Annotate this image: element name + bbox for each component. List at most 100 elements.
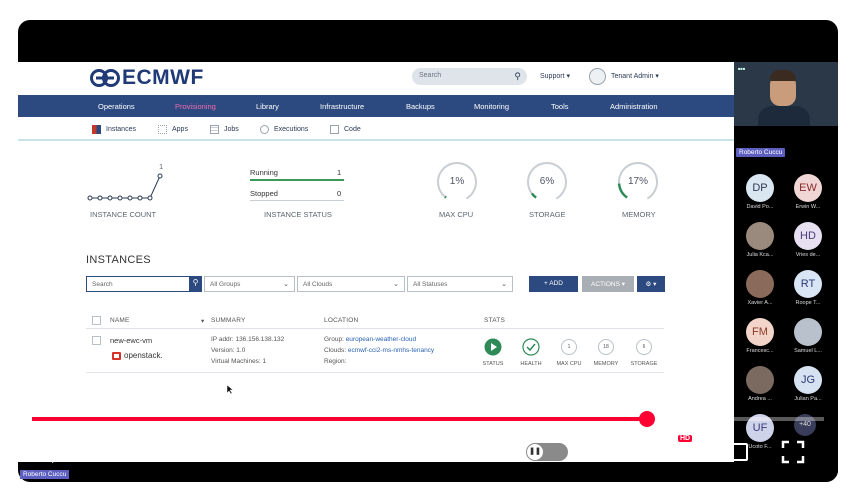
nav-provisioning[interactable]: Provisioning xyxy=(175,102,216,111)
subnav-instances-label: Instances xyxy=(106,126,136,133)
subnav-jobs[interactable]: Jobs xyxy=(210,125,239,134)
add-instance-button[interactable]: + ADD xyxy=(529,276,578,292)
filter-groups-value: All Groups xyxy=(210,281,241,288)
select-all-checkbox[interactable] xyxy=(92,316,101,325)
bottom-name-tag: Roberto Cuccu xyxy=(20,470,70,479)
memory-gauge-value: 17% xyxy=(627,176,648,187)
clouds-link[interactable]: ecmwf-cci2-ms-nmhs-tenancy xyxy=(348,347,434,354)
nav-monitoring[interactable]: Monitoring xyxy=(474,102,509,111)
shared-screen: ECMWF Search ⚲ Support ▾ Tenant Admin ▾ … xyxy=(18,62,734,462)
progress-bar[interactable] xyxy=(32,411,824,427)
subnav-executions[interactable]: Executions xyxy=(260,125,308,134)
openstack-logo: openstack. xyxy=(112,351,163,360)
col-name[interactable]: NAME xyxy=(110,317,130,324)
participant-avatar[interactable]: JG xyxy=(794,366,822,394)
instances-search-placeholder: Search xyxy=(92,281,113,288)
clouds-label: Clouds: xyxy=(324,347,347,354)
instance-vms: Virtual Machines: 1 xyxy=(211,358,267,365)
participant-avatar[interactable]: HD xyxy=(794,222,822,250)
participant-name: Erwin W... xyxy=(795,204,821,210)
col-summary-sort-icon[interactable]: ▾ xyxy=(201,317,204,325)
storage-gauge-value: 6% xyxy=(539,176,555,187)
volume-icon[interactable] xyxy=(166,441,192,463)
group-link[interactable]: european-weather-cloud xyxy=(346,336,416,343)
filter-groups[interactable]: All Groups ⌄ xyxy=(204,276,295,292)
status-running-icon xyxy=(484,338,502,356)
subnav-executions-label: Executions xyxy=(274,126,309,133)
fullscreen-icon[interactable] xyxy=(781,440,805,464)
participant-avatar[interactable] xyxy=(746,222,774,250)
memory-gauge-label: MEMORY xyxy=(622,210,656,219)
global-search-placeholder: Search xyxy=(419,72,442,79)
row-checkbox[interactable] xyxy=(92,336,101,345)
nav-operations[interactable]: Operations xyxy=(98,102,135,111)
play-icon[interactable] xyxy=(50,440,72,464)
stat-storage-label: STORAGE xyxy=(630,361,658,367)
executions-icon xyxy=(260,125,269,134)
participant-avatar[interactable]: RT xyxy=(794,270,822,298)
autoplay-toggle[interactable]: ❚❚ xyxy=(526,443,568,461)
settings-button[interactable]: ⚙ ▾ xyxy=(637,276,665,292)
video-player[interactable]: ECMWF Search ⚲ Support ▾ Tenant Admin ▾ … xyxy=(18,20,838,482)
instance-version: Version: 1.0 xyxy=(211,347,246,354)
nav-infrastructure[interactable]: Infrastructure xyxy=(320,102,364,111)
stat-cpu-label: MAX CPU xyxy=(556,361,582,367)
chevron-down-icon: ⌄ xyxy=(501,281,507,288)
participant-avatar[interactable] xyxy=(746,270,774,298)
search-icon[interactable]: ⚲ xyxy=(514,71,521,82)
nav-backups[interactable]: Backups xyxy=(406,102,435,111)
participant-name: Vries de... xyxy=(795,252,821,258)
logo-text: ECMWF xyxy=(122,66,204,89)
actions-button[interactable]: ACTIONS ▾ xyxy=(582,276,634,292)
col-location[interactable]: LOCATION xyxy=(324,317,358,324)
subnav-apps-label: Apps xyxy=(172,126,188,133)
instance-count-sparkline xyxy=(87,173,163,201)
participant-avatar[interactable]: DP xyxy=(746,174,774,202)
subnav-instances[interactable]: Instances xyxy=(92,125,136,134)
user-avatar[interactable] xyxy=(589,68,606,85)
theater-mode-icon[interactable] xyxy=(718,443,748,461)
tenant-admin-menu[interactable]: Tenant Admin ▾ xyxy=(611,72,659,80)
nav-library[interactable]: Library xyxy=(256,102,279,111)
instance-region: Region: xyxy=(324,358,347,365)
subnav-apps[interactable]: Apps xyxy=(158,125,188,134)
participant-avatar[interactable] xyxy=(794,318,822,346)
support-menu[interactable]: Support ▾ xyxy=(540,72,570,80)
main-nav: Operations Provisioning Library Infrastr… xyxy=(18,95,734,117)
pause-icon: ❚❚ xyxy=(527,444,543,460)
col-stats: STATS xyxy=(484,317,505,324)
openstack-icon xyxy=(112,351,121,360)
col-summary[interactable]: SUMMARY xyxy=(211,317,246,324)
presenter-name-tag: Roberto Cuccu xyxy=(736,148,786,157)
filter-clouds[interactable]: All Clouds ⌄ xyxy=(297,276,405,292)
participant-avatar[interactable]: EW xyxy=(794,174,822,202)
participant-name: Xavier A... xyxy=(747,300,773,306)
stopped-value: 0 xyxy=(337,189,342,198)
nav-administration[interactable]: Administration xyxy=(610,102,658,111)
instance-name[interactable]: new-ewc-vm xyxy=(110,336,152,345)
running-label: Running xyxy=(250,168,278,177)
chevron-down-icon: ⌄ xyxy=(283,281,289,288)
running-bar xyxy=(250,179,344,181)
participant-avatar[interactable]: FM xyxy=(746,318,774,346)
subnav-code[interactable]: Code xyxy=(330,125,361,134)
instances-search-icon[interactable]: ⚲ xyxy=(189,276,202,292)
sub-nav: Instances Apps Jobs Executions Code xyxy=(18,117,734,141)
presenter-body xyxy=(758,106,810,126)
stat-memory-ring: 18 xyxy=(598,339,614,355)
participant-avatar[interactable] xyxy=(746,366,774,394)
instance-group: Group: european-weather-cloud xyxy=(324,336,416,343)
nav-tools[interactable]: Tools xyxy=(551,102,569,111)
global-search-input[interactable]: Search ⚲ xyxy=(412,68,527,85)
stopped-label: Stopped xyxy=(250,189,278,198)
instances-search-input[interactable]: Search xyxy=(86,276,202,292)
presenter-video-thumbnail[interactable]: ■■■ xyxy=(734,62,838,126)
filter-statuses[interactable]: All Statuses ⌄ xyxy=(407,276,513,292)
captions-button[interactable]: CC xyxy=(600,441,628,461)
filter-statuses-value: All Statuses xyxy=(413,281,448,288)
participant-name: Francesc... xyxy=(746,348,774,354)
captions-icon-text: CC xyxy=(607,446,621,456)
stat-storage-ring: 6 xyxy=(636,339,652,355)
subnav-jobs-label: Jobs xyxy=(224,126,239,133)
next-icon[interactable] xyxy=(108,441,130,463)
